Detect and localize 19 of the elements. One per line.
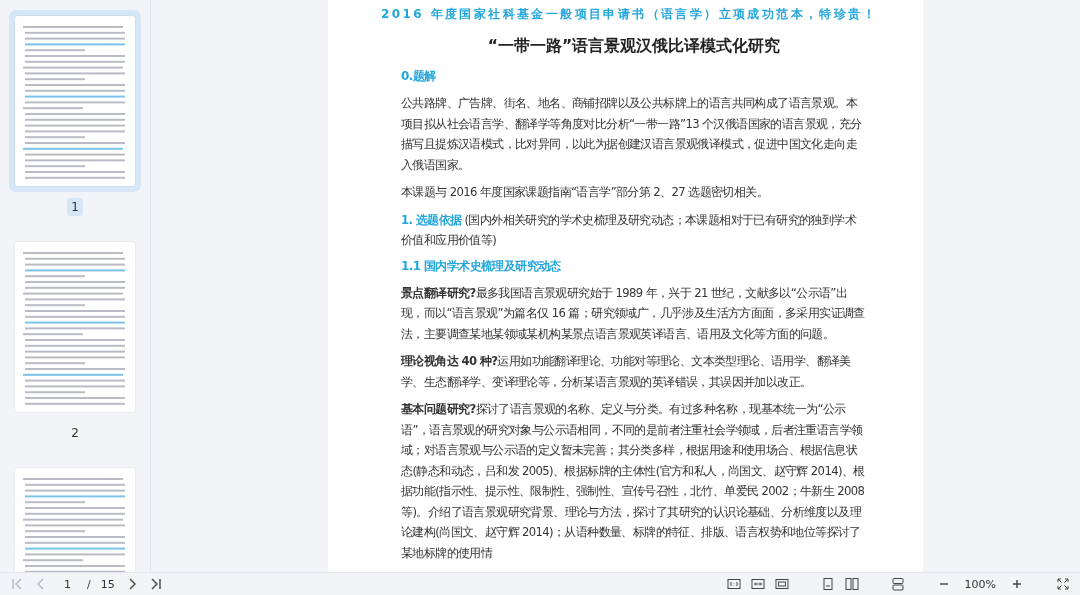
paragraph: 基本问题研究?探讨了语言景观的名称、定义与分类。有过多种名称，现基本统一为“公示语”，语言景观的研究对象与公示语相同，不同的是前者注重社会学领域，后者注重语言学领域；对语言景观与公示语的定义暂未完善；其分类多样，根据用途和使用场合、根据信息状态(静态和动态，吕和发 2005)、根据标牌的主体性(官方和私人，尚国文、赵守辉 2014)、根据功能(指示性、提示性、限制性、强制性、宣传号召性，北竹、单爱民 2002；牛新生 2008 等)。介绍了语言景观研究背景、理论与方法，探讨了其研究的认识论基础、分析维度以及理论建构(尚国文、赵守辉 2014)；从语种数量、标牌的特征、排版、语言权势和地位等探讨了某地标牌的使用情	[401, 401, 866, 562]
page-number-label: 2	[70, 425, 80, 442]
page-input[interactable]: 1	[56, 577, 79, 591]
section-intro: 1. 选题依据 (国内外相关研究的学术史梳理及研究动态；本课题相对于已有研究的独到学术价值和应用价值等)	[401, 211, 858, 249]
page-thumbnail[interactable]	[9, 10, 141, 192]
fullscreen-icon[interactable]	[1054, 575, 1072, 593]
page-separator: /	[86, 577, 92, 591]
section-heading: 0.题解	[401, 68, 437, 85]
zoom-level[interactable]: 100%	[958, 577, 1002, 591]
paragraph: 公共路牌、广告牌、街名、地名、商铺招牌以及公共标牌上的语言共同构成了语言景观。本项目拟从社会语言学、翻译学等角度对比分析“一带一路”13 个汉俄语国家的语言景观，充分描写且提炼汉语模式，比对异同，以此为据创建汉语言景观俄译模式，促进中国文化走向走入俄语国家。	[401, 95, 863, 174]
page-number-label: 1	[67, 198, 83, 216]
paragraph: 景点翻译研究?最多我国语言景观研究始于 1989 年，兴于 21 世纪，文献多以“公示语”出现，而以“语言景观”为篇名仅 16 篇；研究领域广，几乎涉及生活方方面面，多采用实证调查法，主要调查某地某领域某机构某景点语言景观英译语言、语用及文化等方面的问题。	[401, 284, 866, 343]
paragraph: 本课题与 2016 年度国家课题指南“语言学”部分第 2、27 选题密切相关。	[401, 184, 769, 201]
section-heading: 1.1 国内学术史梳理及研究动态	[401, 257, 562, 275]
document-subtitle: 2016 年度国家社科基金一般项目申请书（语言学）立项成功范本，特珍贵！	[380, 6, 878, 23]
paragraph: 理论视角达 40 种?运用如功能翻译理论、功能对等理论、文本类型理论、语用学、翻译美学、生态翻译学、变译理论等，分析某语言景观的英译错误，其误因并加以改正。	[401, 353, 852, 391]
document-title: “一带一路”语言景观汉俄比译模式化研究	[486, 36, 782, 57]
page-total: 15	[99, 577, 116, 591]
two-page-icon[interactable]	[842, 575, 861, 593]
